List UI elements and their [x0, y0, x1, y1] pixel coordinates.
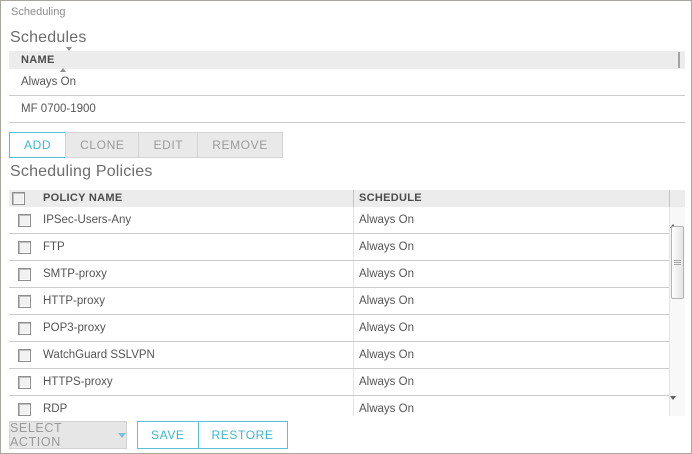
caret-down-icon	[118, 433, 126, 438]
schedule-name: MF 0700-1900	[21, 103, 96, 115]
select-all-checkbox[interactable]	[12, 192, 25, 205]
policy-name-cell: HTTPS-proxy	[43, 369, 113, 395]
scroll-up-icon	[670, 207, 676, 228]
policy-row[interactable]: HTTPS-proxy Always On	[9, 369, 669, 396]
policy-schedule-cell: Always On	[359, 207, 414, 233]
policy-name-cell: HTTP-proxy	[43, 288, 105, 314]
schedule-row[interactable]: MF 0700-1900	[9, 96, 685, 123]
policy-row[interactable]: POP3-proxy Always On	[9, 315, 669, 342]
scroll-down-button[interactable]	[670, 400, 685, 416]
policy-row-checkbox[interactable]	[18, 241, 31, 254]
restore-button[interactable]: RESTORE	[198, 421, 288, 449]
policy-name-cell: RDP	[43, 396, 67, 416]
policy-row-checkbox[interactable]	[18, 322, 31, 335]
policy-name-cell: IPSec-Users-Any	[43, 207, 131, 233]
policy-schedule-cell: Always On	[359, 369, 414, 395]
policy-schedule-cell: Always On	[359, 234, 414, 260]
schedules-table: NAME Always On MF 0700-1900	[9, 51, 685, 123]
scroll-up-button[interactable]	[670, 207, 685, 223]
policies-scroll-viewport: IPSec-Users-AnyAlways OnFTPAlways OnSMTP…	[9, 207, 685, 416]
select-action-label: SELECT ACTION	[10, 421, 110, 449]
policy-row[interactable]: FTP Always On	[9, 234, 669, 261]
policy-name-cell: POP3-proxy	[43, 315, 106, 341]
schedules-actions: ADD CLONE EDIT REMOVE	[9, 132, 283, 158]
policy-name-cell: FTP	[43, 234, 65, 260]
policies-title: Scheduling Policies	[10, 163, 153, 181]
scheduling-page: Scheduling Schedules NAME Always On MF 07…	[0, 0, 692, 454]
schedule-name: Always On	[21, 76, 76, 88]
policy-name-cell: WatchGuard SSLVPN	[43, 342, 155, 368]
schedule-row[interactable]: Always On	[9, 69, 685, 96]
policies-table: POLICY NAME SCHEDULE IPSec-Users-Any Alwa…	[9, 190, 685, 416]
policy-name-cell: SMTP-proxy	[43, 261, 107, 287]
policy-schedule-cell: Always On	[359, 261, 414, 287]
policy-schedule-cell: Always On	[359, 396, 414, 416]
policy-row[interactable]: WatchGuard SSLVPN Always On	[9, 342, 669, 369]
column-divider	[669, 190, 670, 207]
column-divider	[353, 190, 354, 207]
policy-row-checkbox[interactable]	[18, 349, 31, 362]
clone-button[interactable]: CLONE	[65, 132, 139, 158]
policy-row[interactable]: SMTP-proxy Always On	[9, 261, 669, 288]
schedules-table-body: Always On MF 0700-1900	[9, 69, 685, 123]
schedules-table-header[interactable]: NAME	[9, 51, 685, 69]
policy-row-checkbox[interactable]	[18, 376, 31, 389]
policy-schedule-cell: Always On	[359, 315, 414, 341]
add-button[interactable]: ADD	[9, 132, 66, 158]
remove-button[interactable]: REMOVE	[197, 132, 283, 158]
policy-schedule-cell: Always On	[359, 342, 414, 368]
policy-row-checkbox[interactable]	[18, 403, 31, 416]
breadcrumb: Scheduling	[11, 6, 65, 18]
scroll-thumb-grip-icon	[674, 260, 681, 265]
select-action-button[interactable]: SELECT ACTION	[9, 421, 127, 449]
name-column-header[interactable]: NAME	[21, 54, 55, 66]
policy-row-checkbox[interactable]	[18, 214, 31, 227]
policies-table-header: POLICY NAME SCHEDULE	[9, 190, 685, 207]
schedules-title: Schedules	[10, 29, 87, 47]
policy-row-checkbox[interactable]	[18, 268, 31, 281]
schedule-column-header[interactable]: SCHEDULE	[359, 192, 422, 204]
policy-row[interactable]: IPSec-Users-Any Always On	[9, 207, 669, 234]
scrollbar[interactable]	[669, 207, 685, 416]
policies-table-body: IPSec-Users-AnyAlways OnFTPAlways OnSMTP…	[9, 207, 685, 416]
policy-schedule-cell: Always On	[359, 288, 414, 314]
policy-row-checkbox[interactable]	[18, 295, 31, 308]
edit-button[interactable]: EDIT	[138, 132, 198, 158]
policy-row[interactable]: HTTP-proxy Always On	[9, 288, 669, 315]
sort-icon[interactable]	[60, 51, 72, 69]
scroll-down-icon	[670, 396, 676, 416]
footer-actions: SELECT ACTION SAVE RESTORE	[9, 421, 288, 449]
policy-name-column-header[interactable]: POLICY NAME	[43, 192, 123, 204]
scroll-thumb[interactable]	[671, 226, 684, 299]
save-button[interactable]: SAVE	[137, 421, 199, 449]
policy-row[interactable]: RDP Always On	[9, 396, 669, 416]
